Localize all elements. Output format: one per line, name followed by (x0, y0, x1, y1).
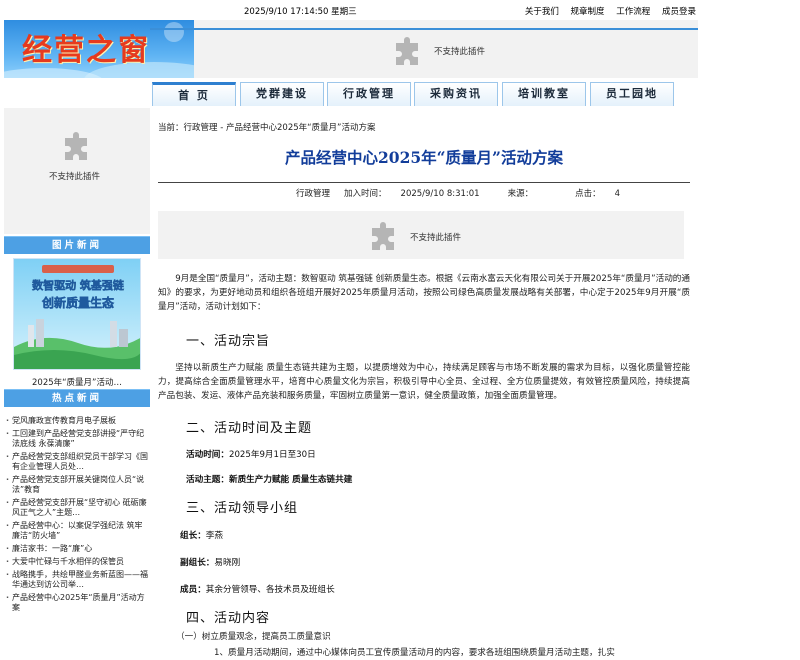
link-member-login[interactable]: 成员登录 (662, 7, 696, 17)
deputy-leader-label: 副组长： (180, 558, 215, 568)
article-body: 9月是全国“质量月”，活动主题：数智驱动 筑基强链 创新质量生态。根据《云南水富… (158, 272, 690, 658)
link-about-us[interactable]: 关于我们 (525, 7, 559, 17)
hot-news-item[interactable]: 产品经营中心：以案促学强纪法 筑牢廉洁“防火墙” (6, 521, 150, 541)
deputy-leader: 副组长：易晓刚 (180, 556, 690, 568)
nav-home[interactable]: 首 页 (152, 82, 236, 106)
nav-procurement[interactable]: 采购资讯 (414, 82, 498, 106)
team-members: 成员：其余分管领导、各技术员及班组长 (180, 583, 690, 595)
link-workflow[interactable]: 工作流程 (616, 7, 650, 17)
plugin-unsupported-text: 不支持此插件 (49, 172, 101, 182)
meta-hits-label: 点击： (575, 189, 601, 199)
nav-staff-garden[interactable]: 员工园地 (590, 82, 674, 106)
article-meta: 行政管理 加入时间： 2025/9/10 8:31:01 来源： 点击： 4 (296, 187, 648, 199)
team-members-label: 成员： (180, 585, 206, 595)
hot-news-list: 党风廉政宣传教育月电子展板 工回建到产品经营党支部讲授“严守纪法底线 永葆清廉”… (6, 416, 150, 616)
hot-news-item[interactable]: 工回建到产品经营党支部讲授“严守纪法底线 永葆清廉” (6, 429, 150, 449)
photo-news-poster: 数智驱动 筑基强链 创新质量生态 (14, 259, 140, 369)
plugin-icon (65, 132, 87, 160)
hot-news-item[interactable]: 大爱中忙碌与千水相伴的保管员 (6, 557, 150, 567)
hot-news-item[interactable]: 战略携手，共绘甲醛业务新蓝图——福华通达到访公司举… (6, 570, 150, 590)
photo-news-caption[interactable]: 2025年“质量月”活动… (4, 376, 150, 388)
poster-line-2: 创新质量生态 (41, 295, 114, 310)
breadcrumb: 当前：行政管理 - 产品经营中心2025年“质量月”活动方案 (158, 121, 375, 133)
meta-category: 行政管理 (296, 189, 331, 199)
meta-added-label: 加入时间： (344, 189, 387, 199)
purpose-paragraph: 坚持以新质生产力赋能 质量生态链共建为主题，以提质增效为中心，持续满足顾客与市场… (158, 363, 690, 401)
nav-administration[interactable]: 行政管理 (327, 82, 411, 106)
article-title: 产品经营中心2025年“质量月”活动方案 (285, 148, 563, 167)
article-plugin-placeholder: 不支持此插件 (158, 211, 684, 259)
nav-underline (150, 28, 698, 30)
hot-news-item[interactable]: 廉洁家书：一路“廉”心 (6, 544, 150, 554)
meta-source-label: 来源： (507, 189, 534, 199)
meta-added: 加入时间： 2025/9/10 8:31:01 (344, 189, 494, 199)
activity-theme-label: 活动主题： (186, 475, 229, 485)
deputy-leader-value: 易晓刚 (214, 558, 241, 568)
hot-news-item[interactable]: 产品经营党支部组织党员干部学习《国有企业管理人员处… (6, 452, 150, 472)
team-leader: 组长：李燕 (180, 529, 690, 541)
activity-theme: 活动主题：新质生产力赋能 质量生态链共建 (186, 473, 690, 485)
main-nav: 首 页 党群建设 行政管理 采购资讯 培训教室 员工园地 (4, 78, 698, 108)
plugin-unsupported-text: 不支持此插件 (434, 47, 486, 57)
photo-news-image[interactable]: 数智驱动 筑基强链 创新质量生态 (13, 258, 141, 370)
section-heading: 一、活动宗旨 (186, 334, 271, 349)
plugin-icon (372, 222, 394, 250)
meta-hits: 点击： 4 (575, 189, 634, 199)
meta-source: 来源： (508, 189, 562, 199)
plugin-icon (396, 37, 418, 65)
plugin-unsupported-text: 不支持此插件 (410, 233, 462, 243)
hot-news-header: 热点新闻 (4, 389, 150, 407)
subsection-item: 1、质量月活动期间，通过中心媒体向员工宣传质量活动月的内容，要求各班组围绕质量月… (214, 648, 615, 658)
nav-training[interactable]: 培训教室 (502, 82, 586, 106)
subsection-heading: （一）树立质量观念，提高员工质量意识 (176, 632, 331, 642)
breadcrumb-current[interactable]: 产品经营中心2025年“质量月”活动方案 (226, 123, 375, 133)
meta-hits-value: 4 (614, 189, 621, 199)
sidebar-plugin-placeholder: 不支持此插件 (4, 108, 150, 234)
link-regulations[interactable]: 规章制度 (571, 7, 605, 17)
top-links: 关于我们 规章制度 工作流程 成员登录 (516, 5, 696, 17)
nav-party-building[interactable]: 党群建设 (240, 82, 324, 106)
activity-time: 活动时间：2025年9月1日至30日 (186, 448, 690, 460)
section-heading: 四、活动内容 (186, 611, 271, 626)
current-datetime: 2025/9/10 17:14:50 星期三 (244, 7, 357, 17)
section-heading: 三、活动领导小组 (186, 501, 299, 516)
activity-time-label: 活动时间： (186, 450, 229, 460)
breadcrumb-category[interactable]: 行政管理 (184, 123, 218, 133)
top-info-bar: 2025/9/10 17:14:50 星期三 关于我们 规章制度 工作流程 成员… (0, 0, 700, 20)
poster-line-1: 数智驱动 筑基强链 (32, 278, 125, 292)
team-leader-value: 李燕 (205, 531, 223, 541)
photo-news-header: 图片新闻 (4, 236, 150, 254)
meta-added-value: 2025/9/10 8:31:01 (400, 189, 480, 199)
hot-news-item[interactable]: 产品经营党支部开展“坚守初心 砥砺廉风正气之人”主题… (6, 498, 150, 518)
section-heading: 二、活动时间及主题 (186, 421, 313, 436)
team-members-value: 其余分管领导、各技术员及班组长 (205, 585, 335, 595)
hot-news-item[interactable]: 产品经营中心2025年“质量月”活动方案 (6, 593, 150, 613)
breadcrumb-label: 当前： (158, 123, 184, 133)
breadcrumb-separator: - (217, 123, 227, 133)
team-leader-label: 组长： (180, 531, 206, 541)
activity-time-value: 2025年9月1日至30日 (228, 450, 316, 460)
site-title: 经营之窗 (22, 33, 150, 68)
hot-news-item[interactable]: 党风廉政宣传教育月电子展板 (6, 416, 150, 426)
activity-theme-value: 新质生产力赋能 质量生态链共建 (228, 475, 353, 485)
hot-news-item[interactable]: 产品经营党支部开展关键岗位人员“说法”教育 (6, 475, 150, 495)
title-divider (158, 182, 690, 183)
intro-paragraph: 9月是全国“质量月”，活动主题：数智驱动 筑基强链 创新质量生态。根据《云南水富… (158, 274, 690, 312)
